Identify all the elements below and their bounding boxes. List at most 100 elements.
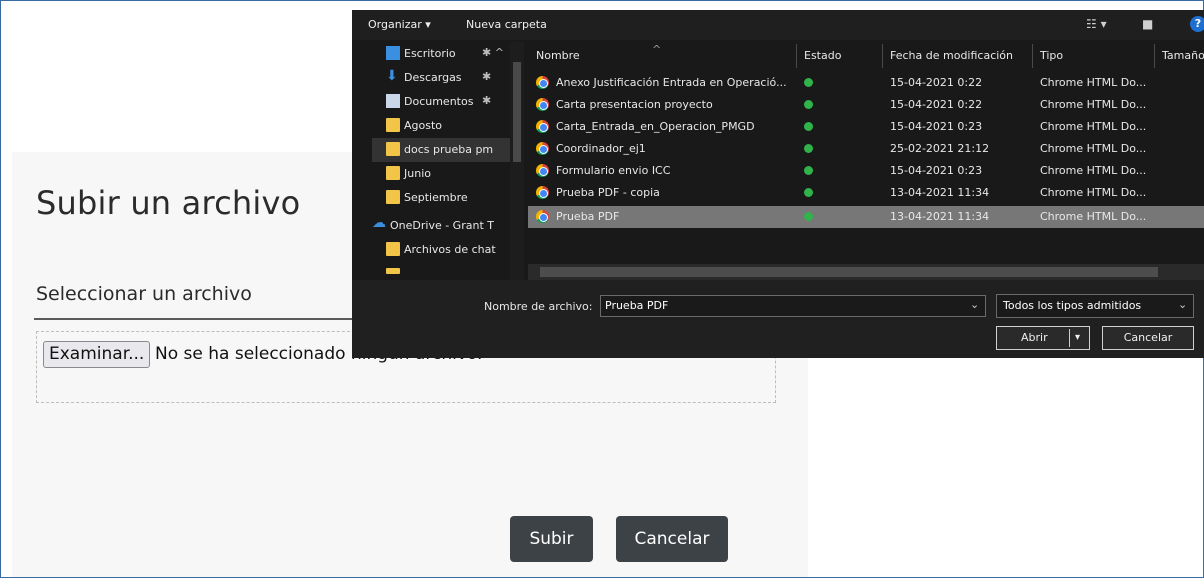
sync-ok-icon — [804, 188, 813, 197]
nav-item-label: Agosto — [404, 119, 443, 132]
file-modified: 15-04-2021 0:23 — [890, 120, 983, 133]
open-button[interactable]: Abrir ▾ — [996, 326, 1090, 350]
file-modified: 13-04-2021 11:34 — [890, 186, 990, 199]
sync-ok-icon — [804, 166, 813, 175]
file-name: Formulario envio ICC — [556, 164, 671, 177]
folder-icon — [386, 166, 400, 180]
nav-scrollbar[interactable] — [510, 42, 524, 292]
hscrollbar-thumb[interactable] — [540, 267, 1158, 277]
folder-icon — [386, 268, 400, 274]
sort-arrow-icon: ^ — [652, 43, 662, 56]
file-row-selected[interactable]: Prueba PDF 13-04-2021 11:34 Chrome HTML … — [528, 206, 1204, 228]
file-row[interactable]: Anexo Justificación Entrada en Operació.… — [528, 72, 1204, 94]
view-options-icon[interactable]: ☷ ▾ — [1086, 17, 1107, 31]
sync-ok-icon — [804, 144, 813, 153]
file-modified: 13-04-2021 11:34 — [890, 210, 990, 223]
nav-item-label: Junio — [404, 167, 431, 180]
nav-scrollbar-thumb[interactable] — [513, 62, 521, 162]
file-name: Carta_Entrada_en_Operacion_PMGD — [556, 120, 755, 133]
file-modified: 25-02-2021 21:12 — [890, 142, 990, 155]
file-row[interactable]: Coordinador_ej1 25-02-2021 21:12 Chrome … — [528, 138, 1204, 160]
file-name: Carta presentacion proyecto — [556, 98, 713, 111]
column-header-size[interactable]: Tamaño — [1162, 42, 1204, 70]
nav-item-label: Septiembre — [404, 191, 468, 204]
help-icon[interactable]: ? — [1190, 16, 1204, 32]
desktop-icon — [386, 46, 400, 60]
file-open-dialog: Organizar ▾ Nueva carpeta ☷ ▾ ■ ? Escrit… — [352, 10, 1204, 358]
nav-item-descargas[interactable]: ⬇ Descargas ✱ — [372, 66, 510, 90]
column-separator[interactable] — [796, 44, 797, 68]
column-separator[interactable] — [882, 44, 883, 68]
cancel-button[interactable]: Cancelar — [616, 516, 728, 562]
file-type: Chrome HTML Do... — [1040, 164, 1147, 177]
chrome-file-icon — [536, 142, 549, 155]
column-separator[interactable] — [1154, 44, 1155, 68]
download-icon: ⬇ — [386, 68, 398, 84]
preview-pane-icon[interactable]: ■ — [1142, 17, 1153, 31]
file-row[interactable]: Formulario envio ICC 15-04-2021 0:23 Chr… — [528, 160, 1204, 182]
nav-item-septiembre[interactable]: Septiembre — [372, 186, 510, 210]
file-modified: 15-04-2021 0:22 — [890, 76, 983, 89]
file-type: Chrome HTML Do... — [1040, 98, 1147, 111]
file-type: Chrome HTML Do... — [1040, 142, 1147, 155]
column-header-modified[interactable]: Fecha de modificación — [890, 42, 1013, 70]
cloud-icon: ☁ — [372, 215, 386, 231]
nav-item-onedrive[interactable]: ☁ OneDrive - Grant T — [372, 214, 510, 238]
page-title: Subir un archivo — [36, 184, 301, 222]
open-button-label: Abrir — [1021, 331, 1048, 344]
nav-item-label: OneDrive - Grant T — [390, 219, 494, 232]
pin-icon: ✱ — [482, 70, 492, 83]
nav-item-archivos-chat[interactable]: Archivos de chat — [372, 238, 510, 262]
filename-label: Nombre de archivo: — [484, 300, 593, 313]
select-file-label: Seleccionar un archivo — [36, 283, 252, 305]
file-type: Chrome HTML Do... — [1040, 210, 1147, 223]
nav-item-label: docs prueba pm — [404, 143, 494, 156]
browse-button[interactable]: Examinar... — [43, 341, 151, 368]
chrome-file-icon — [536, 164, 549, 177]
file-type: Chrome HTML Do... — [1040, 76, 1147, 89]
dropdown-caret-icon[interactable]: ▾ — [1075, 327, 1080, 349]
column-header-status[interactable]: Estado — [804, 42, 841, 70]
column-header-type[interactable]: Tipo — [1040, 42, 1063, 70]
chevron-down-icon[interactable]: ⌄ — [970, 298, 979, 311]
chrome-file-icon — [536, 98, 549, 111]
file-name: Prueba PDF — [556, 210, 620, 223]
folder-icon — [386, 118, 400, 132]
folder-icon — [386, 142, 400, 156]
file-row[interactable]: Carta_Entrada_en_Operacion_PMGD 15-04-20… — [528, 116, 1204, 138]
filename-input[interactable]: Prueba PDF — [600, 295, 986, 317]
nav-item-docs-prueba[interactable]: docs prueba pm — [372, 138, 510, 162]
file-row[interactable]: Prueba PDF - copia 13-04-2021 11:34 Chro… — [528, 182, 1204, 204]
navigation-pane: Escritorio ✱ ^ ⬇ Descargas ✱ Documentos … — [372, 42, 510, 292]
pin-icon: ✱ ^ — [482, 46, 504, 59]
nav-item-label: Documentos — [404, 95, 474, 108]
dialog-cancel-button[interactable]: Cancelar — [1102, 326, 1194, 350]
sync-ok-icon — [804, 100, 813, 109]
file-name: Coordinador_ej1 — [556, 142, 646, 155]
new-folder-button[interactable]: Nueva carpeta — [466, 18, 547, 31]
column-header-name[interactable]: Nombre — [536, 42, 580, 70]
column-separator[interactable] — [1032, 44, 1033, 68]
file-row[interactable]: Carta presentacion proyecto 15-04-2021 0… — [528, 94, 1204, 116]
pin-icon: ✱ — [482, 94, 492, 107]
file-type: Chrome HTML Do... — [1040, 120, 1147, 133]
nav-item-agosto[interactable]: Agosto — [372, 114, 510, 138]
file-list-hscrollbar[interactable] — [528, 264, 1204, 280]
chrome-file-icon — [536, 186, 549, 199]
submit-button[interactable]: Subir — [510, 516, 593, 562]
sync-ok-icon — [804, 78, 813, 87]
folder-icon — [386, 190, 400, 204]
nav-item-documentos[interactable]: Documentos ✱ — [372, 90, 510, 114]
split-divider — [1069, 329, 1070, 347]
folder-icon — [386, 242, 400, 256]
nav-item-label: Archivos de chat — [404, 243, 496, 256]
filetype-select[interactable]: Todos los tipos admitidos — [996, 294, 1194, 318]
chevron-down-icon[interactable]: ⌄ — [1178, 298, 1187, 311]
organize-menu[interactable]: Organizar ▾ — [368, 18, 431, 31]
nav-item-label: Descargas — [404, 71, 462, 84]
chrome-file-icon — [536, 76, 549, 89]
nav-item-junio[interactable]: Junio — [372, 162, 510, 186]
nav-item-escritorio[interactable]: Escritorio ✱ ^ — [372, 42, 510, 66]
chrome-file-icon — [536, 120, 549, 133]
file-modified: 15-04-2021 0:23 — [890, 164, 983, 177]
